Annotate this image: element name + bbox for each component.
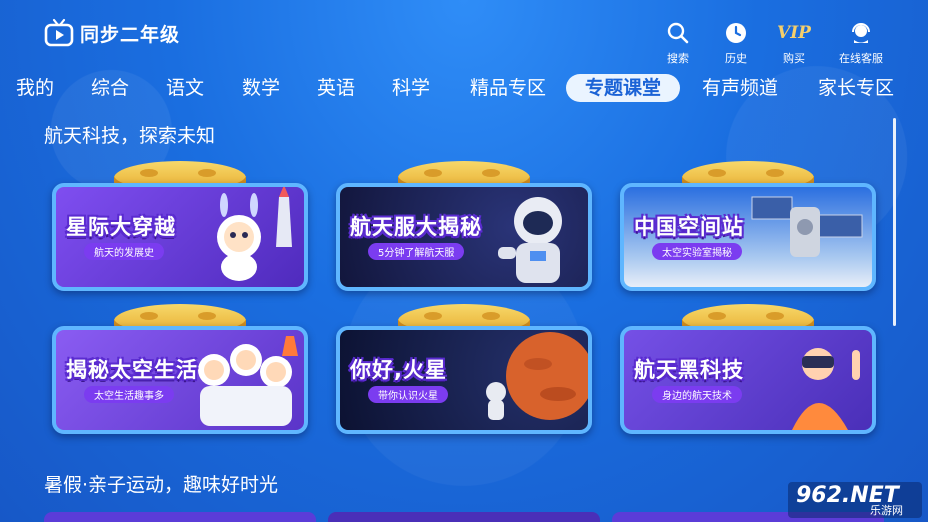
course-card[interactable]: 航天服大揭秘 5分钟了解航天服	[336, 161, 592, 291]
tab-audio[interactable]: 有声频道	[698, 72, 782, 104]
course-card[interactable]: 揭秘太空生活 太空生活趣事多	[52, 304, 308, 434]
customer-service-button[interactable]: 在线客服	[834, 20, 888, 66]
card-panel[interactable]: 揭秘太空生活 太空生活趣事多	[52, 326, 308, 434]
scrollbar[interactable]	[893, 118, 896, 326]
app-logo[interactable]: 同步二年级	[44, 18, 180, 48]
card-panel[interactable]: 中国空间站 太空实验室揭秘	[620, 183, 876, 291]
card-panel[interactable]: 航天服大揭秘 5分钟了解航天服	[336, 183, 592, 291]
mars-planet-illustration	[486, 332, 588, 420]
course-card[interactable]: 中国空间站 太空实验室揭秘	[620, 161, 876, 291]
tab-general[interactable]: 综合	[89, 72, 131, 104]
card-title: 航天服大揭秘	[350, 215, 482, 239]
section-title: 航天科技，探索未知	[44, 125, 216, 147]
header: 同步二年级 搜索 历史 VIP 购买 在线客服	[0, 0, 928, 72]
card-subtitle: 航天的发展史	[84, 243, 164, 260]
card-panel[interactable]: 你好,火星 带你认识火星	[336, 326, 592, 434]
section-title: 暑假·亲子运动，趣味好时光	[44, 474, 279, 496]
app-title: 同步二年级	[80, 23, 181, 46]
card-title: 星际大穿越	[66, 215, 176, 239]
card-panel[interactable]: 星际大穿越 航天的发展史	[52, 183, 308, 291]
customer-service-label: 在线客服	[839, 52, 883, 65]
purchase-label: 购买	[783, 52, 805, 65]
clock-icon	[723, 20, 749, 46]
card-title: 你好,火星	[350, 358, 447, 382]
card-subtitle: 5分钟了解航天服	[368, 243, 465, 260]
astronaut-illustration	[498, 197, 562, 283]
course-card-partial[interactable]	[44, 512, 316, 522]
headset-icon	[848, 20, 874, 46]
vip-badge: VIP	[777, 23, 811, 43]
course-card-partial[interactable]	[328, 512, 600, 522]
search-icon	[665, 20, 691, 46]
tab-chinese[interactable]: 语文	[164, 72, 206, 104]
card-subtitle: 太空生活趣事多	[84, 386, 174, 403]
watermark: 962.NET 乐游网	[788, 482, 922, 518]
tab-topic-class[interactable]: 专题课堂	[566, 74, 680, 102]
search-label: 搜索	[667, 52, 689, 65]
category-tabs: 我的 综合 语文 数学 英语 科学 精品专区 专题课堂 有声频道 家长专区	[0, 72, 928, 106]
course-card[interactable]: 你好,火星 带你认识火星	[336, 304, 592, 434]
card-subtitle: 身边的航天技术	[652, 386, 742, 403]
history-button[interactable]: 历史	[718, 20, 754, 66]
history-label: 历史	[725, 52, 747, 65]
tab-premium[interactable]: 精品专区	[466, 72, 550, 104]
card-title: 中国空间站	[634, 215, 744, 239]
course-card[interactable]: 星际大穿越 航天的发展史	[52, 161, 308, 291]
course-card[interactable]: 航天黑科技 身边的航天技术	[620, 304, 876, 434]
card-title: 航天黑科技	[634, 358, 744, 382]
space-station-illustration	[751, 196, 863, 257]
tab-mine[interactable]: 我的	[14, 72, 56, 104]
vr-person-illustration	[792, 348, 860, 430]
card-title: 揭秘太空生活	[66, 358, 198, 382]
vip-icon: VIP	[777, 20, 811, 46]
search-button[interactable]: 搜索	[660, 20, 696, 66]
watermark-subtext: 乐游网	[870, 504, 903, 517]
tv-icon	[44, 18, 74, 48]
tab-english[interactable]: 英语	[315, 72, 357, 104]
card-subtitle: 太空实验室揭秘	[652, 243, 742, 260]
tab-science[interactable]: 科学	[390, 72, 432, 104]
card-panel[interactable]: 航天黑科技 身边的航天技术	[620, 326, 876, 434]
tab-parents[interactable]: 家长专区	[814, 72, 898, 104]
card-subtitle: 带你认识火星	[368, 386, 448, 403]
astronaut-rocket-illustration	[217, 187, 292, 281]
header-actions: 搜索 历史 VIP 购买 在线客服	[660, 20, 888, 66]
purchase-button[interactable]: VIP 购买	[776, 20, 812, 66]
tab-math[interactable]: 数学	[240, 72, 282, 104]
